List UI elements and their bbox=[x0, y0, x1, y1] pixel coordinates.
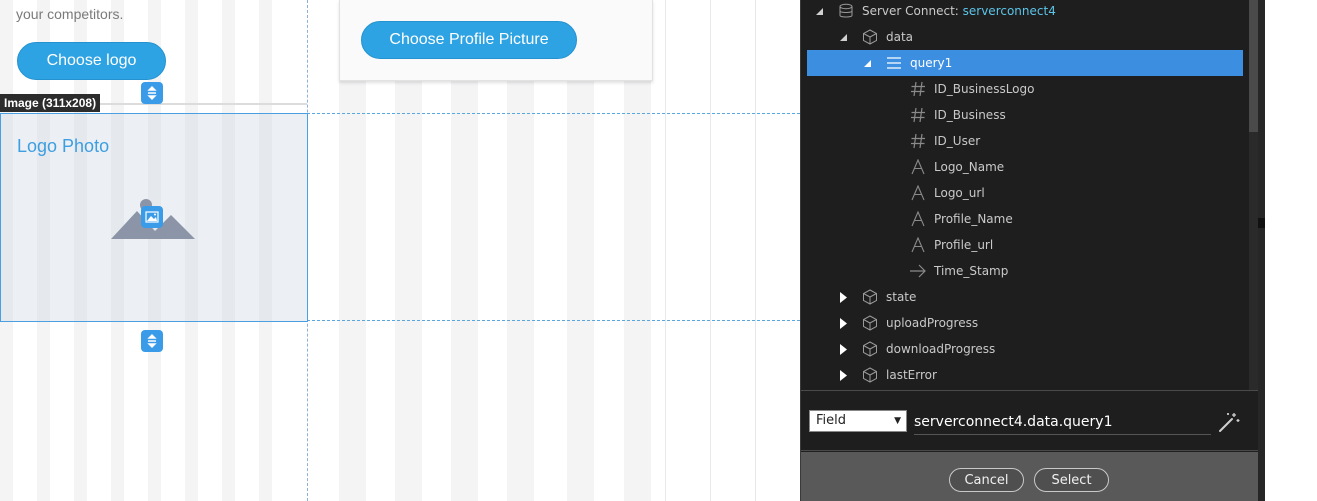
cancel-button[interactable]: Cancel bbox=[949, 468, 1024, 492]
text-icon bbox=[909, 158, 927, 176]
tree-item-field[interactable]: ID_User bbox=[801, 128, 1246, 154]
insert-handle-bottom[interactable] bbox=[141, 330, 163, 352]
cube-icon bbox=[861, 288, 879, 306]
select-button[interactable]: Select bbox=[1034, 468, 1109, 492]
design-canvas: your competitors. Choose logo Choose Pro… bbox=[0, 0, 800, 501]
panel-edge bbox=[1258, 0, 1265, 501]
tree-item-label: query1 bbox=[910, 56, 953, 70]
tree-item-field[interactable]: ID_BusinessLogo bbox=[801, 76, 1246, 102]
tree-item-field[interactable]: Profile_url bbox=[801, 232, 1246, 258]
tree-item-field[interactable]: Logo_url bbox=[801, 180, 1246, 206]
grid-line bbox=[665, 0, 666, 501]
profile-card: Choose Profile Picture bbox=[339, 0, 653, 81]
tree-item-state[interactable]: state bbox=[801, 284, 1246, 310]
insert-icon bbox=[147, 86, 157, 100]
cube-icon bbox=[861, 28, 879, 46]
list-icon bbox=[885, 54, 903, 72]
tree-item-serverconnect[interactable]: Server Connect: serverconnect4 bbox=[801, 0, 1246, 24]
edge-marker bbox=[1258, 218, 1265, 228]
tree-item-name: serverconnect4 bbox=[962, 4, 1056, 18]
expanded-triangle-icon[interactable] bbox=[837, 31, 849, 43]
choose-profile-picture-button[interactable]: Choose Profile Picture bbox=[361, 21, 577, 59]
image-element[interactable]: Logo Photo bbox=[0, 113, 308, 322]
choose-logo-button[interactable]: Choose logo bbox=[17, 42, 166, 80]
logo-photo-title: Logo Photo bbox=[17, 136, 110, 156]
text-icon bbox=[909, 184, 927, 202]
data-tree: Server Connect: serverconnect4 data quer… bbox=[801, 0, 1259, 391]
tree-item-data[interactable]: data bbox=[801, 24, 1246, 50]
hash-icon bbox=[909, 80, 927, 98]
expression-bar: Field ▼ bbox=[801, 392, 1259, 451]
tree-item-label: state bbox=[886, 290, 917, 304]
field-label: ID_Business bbox=[934, 108, 1006, 122]
field-label: Profile_Name bbox=[934, 212, 1013, 226]
tree-item-query1[interactable]: query1 bbox=[807, 50, 1243, 76]
expanded-triangle-icon[interactable] bbox=[813, 5, 825, 17]
field-label: Logo_Name bbox=[934, 160, 1005, 174]
grid-line bbox=[710, 0, 711, 501]
cube-icon bbox=[861, 314, 879, 332]
scrollbar-thumb[interactable] bbox=[1249, 0, 1258, 132]
tree-item-label: data bbox=[886, 30, 914, 44]
hash-icon bbox=[909, 132, 927, 150]
collapsed-triangle-icon[interactable] bbox=[837, 317, 849, 329]
tree-item-field[interactable]: ID_Business bbox=[801, 102, 1246, 128]
image-picker-button[interactable] bbox=[141, 206, 163, 228]
picture-icon bbox=[145, 211, 159, 223]
data-picker-panel: Server Connect: serverconnect4 data quer… bbox=[800, 0, 1266, 501]
insert-icon bbox=[147, 334, 157, 348]
tree-item-label: downloadProgress bbox=[886, 342, 996, 356]
tree-item-lasterror[interactable]: lastError bbox=[801, 362, 1246, 388]
collapsed-triangle-icon[interactable] bbox=[837, 291, 849, 303]
description-text: your competitors. bbox=[16, 6, 124, 22]
dropdown-arrow-icon: ▼ bbox=[894, 416, 901, 426]
tree-item-label: lastError bbox=[886, 368, 937, 382]
row-guide-bottom bbox=[307, 320, 800, 321]
element-size-tag: Image (311x208) bbox=[0, 94, 101, 112]
tree-item-field[interactable]: Logo_Name bbox=[801, 154, 1246, 180]
collapsed-triangle-icon[interactable] bbox=[837, 369, 849, 381]
cube-icon bbox=[861, 366, 879, 384]
field-label: Time_Stamp bbox=[934, 264, 1009, 278]
tree-scrollbar[interactable] bbox=[1249, 0, 1258, 390]
grid-line bbox=[755, 0, 756, 501]
dialog-footer: Cancel Select bbox=[801, 452, 1266, 501]
expanded-triangle-icon[interactable] bbox=[861, 57, 873, 69]
tree-item-label: uploadProgress bbox=[886, 316, 979, 330]
arrow-icon bbox=[909, 262, 927, 280]
cube-icon bbox=[861, 340, 879, 358]
field-label: ID_User bbox=[934, 134, 981, 148]
field-label: ID_BusinessLogo bbox=[934, 82, 1035, 96]
database-icon bbox=[837, 2, 855, 20]
magic-wand-icon[interactable] bbox=[1217, 410, 1241, 434]
text-icon bbox=[909, 210, 927, 228]
binding-type-select[interactable]: Field ▼ bbox=[809, 410, 907, 432]
binding-type-value: Field bbox=[816, 413, 847, 428]
tree-item-downloadprogress[interactable]: downloadProgress bbox=[801, 336, 1246, 362]
insert-handle-top[interactable] bbox=[141, 82, 163, 104]
field-label: Profile_url bbox=[934, 238, 994, 252]
hash-icon bbox=[909, 106, 927, 124]
tree-item-prefix: Server Connect: bbox=[862, 4, 963, 18]
collapsed-triangle-icon[interactable] bbox=[837, 343, 849, 355]
text-icon bbox=[909, 236, 927, 254]
expression-input[interactable] bbox=[914, 410, 1211, 435]
field-label: Logo_url bbox=[934, 186, 985, 200]
row-guide-top bbox=[307, 113, 800, 114]
tree-item-field[interactable]: Profile_Name bbox=[801, 206, 1246, 232]
window-background bbox=[1265, 0, 1317, 501]
tree-item-uploadprogress[interactable]: uploadProgress bbox=[801, 310, 1246, 336]
tree-item-field[interactable]: Time_Stamp bbox=[801, 258, 1246, 284]
